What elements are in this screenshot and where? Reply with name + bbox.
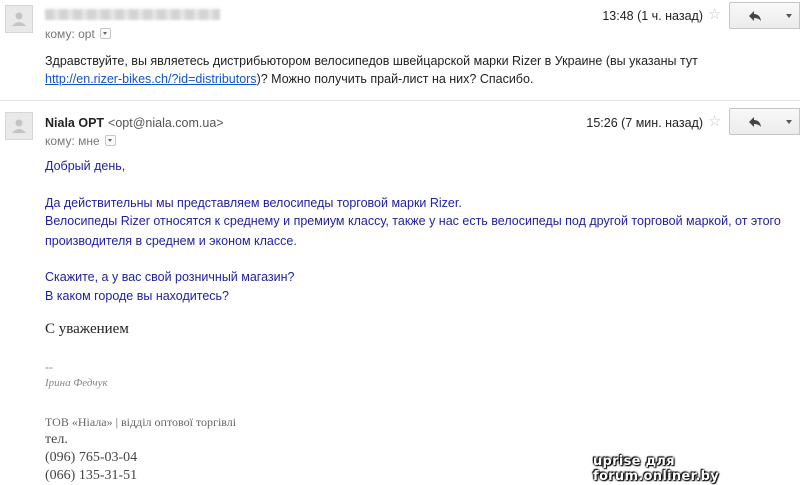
sender-email: <opt@niala.com.ua> — [108, 116, 224, 130]
reply-button[interactable] — [729, 2, 781, 29]
message-body: Здравствуйте, вы являетесь дистрибьюторо… — [45, 52, 765, 88]
more-actions-button[interactable] — [780, 2, 800, 29]
signature-tel-label: тел. — [45, 432, 68, 447]
details-dropdown-icon[interactable] — [99, 28, 111, 39]
question-2: В каком городе вы находитесь? — [45, 289, 229, 303]
message-divider — [0, 100, 800, 101]
reply-arrow-icon — [749, 11, 761, 21]
recipient-line: кому: мне — [45, 134, 116, 148]
body-text: Здравствуйте, вы являетесь дистрибьюторо… — [45, 54, 698, 68]
default-avatar-icon — [12, 12, 26, 26]
distributors-link[interactable]: http://en.rizer-bikes.ch/?id=distributor… — [45, 72, 257, 86]
message-time: 13:48 (1 ч. назад) — [602, 9, 703, 23]
sender-avatar[interactable] — [5, 5, 33, 33]
sender-name[interactable]: Niala OPT <opt@niala.com.ua> — [45, 116, 224, 130]
sender-name-text: Niala OPT — [45, 116, 105, 130]
signature-phone-2: (066) 135-31-51 — [45, 468, 138, 483]
default-avatar-icon — [12, 119, 26, 133]
signature-company: ТОВ «Ніала» | відділ оптової торгівлі — [45, 415, 237, 429]
signature-heading: С уважением — [45, 321, 129, 337]
star-icon[interactable]: ☆ — [708, 7, 721, 22]
reply-button[interactable] — [729, 108, 781, 135]
reply-arrow-icon — [749, 117, 761, 127]
paragraph-line-3: производителя в среднем и эконом классе. — [45, 234, 297, 248]
recipient-label: кому: мне — [45, 134, 100, 148]
greeting: Добрый день, — [45, 159, 126, 173]
message-time: 15:26 (7 мин. назад) — [586, 116, 703, 130]
recipient-label: кому: opt — [45, 27, 95, 41]
signature-name: Ірина Федчук — [45, 377, 108, 389]
paragraph-line-2: Велосипеды Rizer относятся к среднему и … — [45, 214, 781, 228]
paragraph-line-1: Да действительны мы представляем велосип… — [45, 196, 462, 210]
star-icon[interactable]: ☆ — [708, 114, 721, 129]
question-1: Скажите, а у вас свой розничный магазин? — [45, 270, 295, 284]
signature-phone-1: (096) 765-03-04 — [45, 450, 138, 465]
recipient-line: кому: opt — [45, 27, 111, 41]
watermark: uprise для forum.onliner.by — [593, 454, 719, 484]
details-dropdown-icon[interactable] — [104, 135, 116, 146]
more-actions-button[interactable] — [780, 108, 800, 135]
sender-name-redacted — [45, 9, 220, 20]
sender-avatar[interactable] — [5, 112, 33, 140]
signature-separator: -- — [45, 360, 53, 374]
body-text-end: )? Можно получить прай-лист на них? Спас… — [256, 72, 534, 86]
